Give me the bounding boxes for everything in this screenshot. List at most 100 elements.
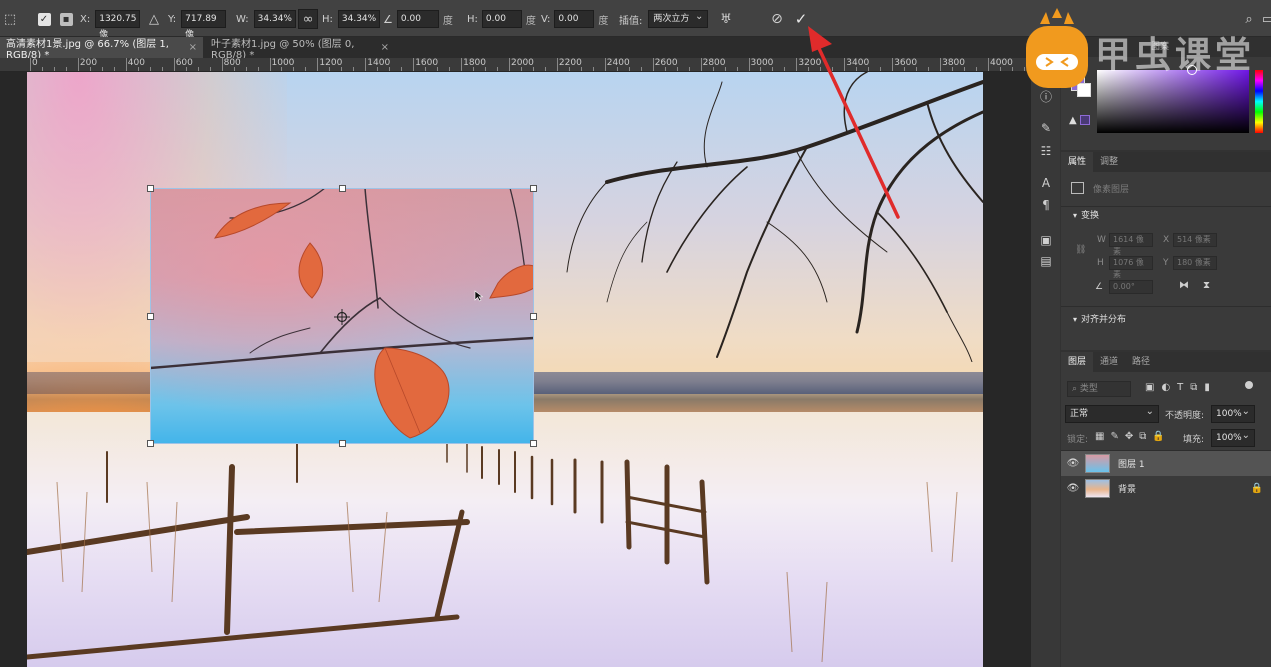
ruler-label: 1400 (367, 58, 391, 68)
notes-icon[interactable]: ▤ (1037, 252, 1055, 270)
ruler-minor-tick (341, 67, 343, 71)
tab-properties[interactable]: 属性 (1061, 152, 1094, 172)
ruler-minor-tick (233, 67, 235, 71)
layer-thumbnail (1085, 479, 1110, 498)
flip-horizontal-icon[interactable]: ⧓ (1179, 280, 1189, 291)
eye-icon[interactable]: 👁 (1061, 458, 1085, 469)
ruler-tick (700, 58, 702, 71)
layer-filter-select[interactable]: ⌕ 类型 (1067, 381, 1131, 397)
ruler-minor-tick (389, 67, 391, 71)
brush-icon[interactable]: ✎ (1037, 119, 1055, 137)
lock-icons[interactable]: ▦✎✥⧉🔒 (1095, 431, 1171, 442)
width-input[interactable]: 34.34% (253, 10, 296, 28)
layer-width-field[interactable]: 1614 像素 (1109, 233, 1153, 256)
layer-row-layer-1[interactable]: 👁 图层 1 (1061, 451, 1271, 476)
ruler-label: 0 (32, 58, 38, 68)
paragraph-icon[interactable]: ¶ (1037, 196, 1055, 214)
layers-panel-tabs: 图层 通道 路径 (1061, 352, 1271, 372)
tab-channels[interactable]: 通道 (1093, 352, 1125, 372)
transform-handle-right[interactable] (530, 313, 537, 320)
tab-paths[interactable]: 路径 (1125, 352, 1157, 372)
height-input[interactable]: 34.34% (337, 10, 380, 28)
transform-section-title[interactable]: ▾ 变换 (1067, 208, 1099, 224)
ruler-label: 1800 (463, 58, 486, 68)
tab-document-2[interactable]: 叶子素材1.jpg @ 50% (图层 0, RGB/8) * × (205, 37, 395, 61)
h-skew-group: H: 0.00 度 (467, 9, 536, 29)
layer-filter-icons[interactable]: ▣◐T⧉▮ (1145, 382, 1217, 393)
reference-point-crosshair-icon[interactable] (334, 309, 350, 325)
ruler-label: 200 (79, 58, 98, 68)
transform-handle-top[interactable] (339, 185, 346, 192)
transform-handle-top-left[interactable] (147, 185, 154, 192)
blend-mode-select[interactable]: 正常 (1065, 404, 1159, 423)
ruler-label: 2800 (702, 58, 726, 68)
filter-label: 类型 (1079, 384, 1098, 394)
layer-name[interactable]: 背景 (1118, 482, 1136, 495)
ruler-tick (30, 58, 31, 71)
delta-icon[interactable]: △ (144, 9, 164, 29)
layer-x-field[interactable]: 514 像素 (1173, 233, 1217, 247)
layer-angle-field[interactable]: 0.00° (1109, 280, 1153, 294)
h-skew-input[interactable]: 0.00 (481, 10, 522, 28)
ruler-minor-tick (197, 67, 199, 71)
ruler-minor-tick (568, 67, 570, 71)
ruler-tick (77, 58, 79, 71)
link-icon[interactable]: ∞ (298, 9, 318, 29)
v-skew-input[interactable]: 0.00 (554, 10, 595, 28)
ruler-tick (221, 58, 223, 71)
close-icon[interactable]: × (381, 42, 389, 53)
close-icon[interactable]: × (189, 42, 197, 53)
transform-handle-bottom-left[interactable] (147, 440, 154, 447)
transform-handle-bottom-right[interactable] (530, 440, 537, 447)
opacity-input[interactable]: 100% (1211, 404, 1255, 423)
mouse-cursor-icon (474, 290, 484, 302)
fill-input[interactable]: 100% (1211, 428, 1255, 447)
ruler-label: 3800 (942, 58, 965, 68)
warp-icon[interactable]: ♅ (716, 9, 736, 29)
ruler-minor-tick (245, 67, 247, 71)
marquee-icon[interactable]: ⬚ (0, 9, 20, 29)
x-position-group: X: 1320.75 像 (80, 9, 141, 40)
reference-point-icon[interactable]: ▪ (56, 9, 76, 29)
link-icon[interactable]: ⛓ (1075, 245, 1086, 255)
ruler-tick (365, 58, 367, 71)
transform-handle-top-right[interactable] (530, 185, 537, 192)
ruler-minor-tick (41, 67, 43, 71)
ruler-tick (413, 58, 415, 71)
ruler-minor-tick (628, 67, 630, 71)
y-position-input[interactable]: 717.89 像 (181, 10, 227, 40)
ruler-tick (509, 58, 510, 71)
angle-icon: ∠ (383, 12, 393, 26)
layer-type-label: 像素图层 (1093, 185, 1130, 195)
v-skew-unit: 度 (598, 15, 609, 27)
type-icon[interactable]: A (1037, 174, 1055, 192)
angle-icon: ∠ (1095, 282, 1104, 292)
layer-name[interactable]: 图层 1 (1118, 457, 1145, 470)
layer-row-background[interactable]: 👁 背景 🔒 (1061, 476, 1271, 501)
eye-icon[interactable]: 👁 (1061, 483, 1085, 494)
flip-vertical-icon[interactable]: ⧗ (1203, 280, 1210, 291)
x-position-input[interactable]: 1320.75 像 (95, 10, 141, 40)
tab-layers[interactable]: 图层 (1061, 352, 1094, 372)
angle-input[interactable]: 0.00 (396, 10, 439, 28)
layers-panel: 图层 通道 路径 ⌕ 类型 ▣◐T⧉▮ 正常 不透明度: 100% 锁定: ▦✎… (1061, 352, 1271, 667)
layer-height-field[interactable]: 1076 像素 (1109, 256, 1153, 279)
ruler-minor-tick (485, 67, 487, 71)
sliders-icon[interactable]: ☷ (1037, 142, 1055, 160)
tab-document-1[interactable]: 高清素材1景.jpg @ 66.7% (图层 1, RGB/8) * × (0, 37, 203, 61)
align-section-title[interactable]: ▾ 对齐并分布 (1067, 312, 1126, 328)
image-icon[interactable]: ▣ (1037, 231, 1055, 249)
filter-toggle-icon[interactable] (1245, 381, 1253, 389)
layer-y-field[interactable]: 180 像素 (1173, 256, 1217, 270)
transform-handle-bottom[interactable] (339, 440, 346, 447)
tab-adjustments[interactable]: 调整 (1093, 152, 1125, 172)
tab-label: 高清素材1景.jpg @ 66.7% (图层 1, RGB/8) * (6, 38, 169, 61)
transform-handle-left[interactable] (147, 313, 154, 320)
cancel-icon[interactable]: ⊘ (767, 9, 787, 29)
h-label: H (1097, 258, 1104, 268)
ruler-tick (269, 58, 271, 71)
ruler-minor-tick (712, 67, 714, 71)
interpolation-select[interactable]: 两次立方 (648, 9, 709, 28)
ruler-label: 400 (127, 58, 145, 68)
checkbox-icon[interactable]: ✓ (34, 9, 54, 29)
